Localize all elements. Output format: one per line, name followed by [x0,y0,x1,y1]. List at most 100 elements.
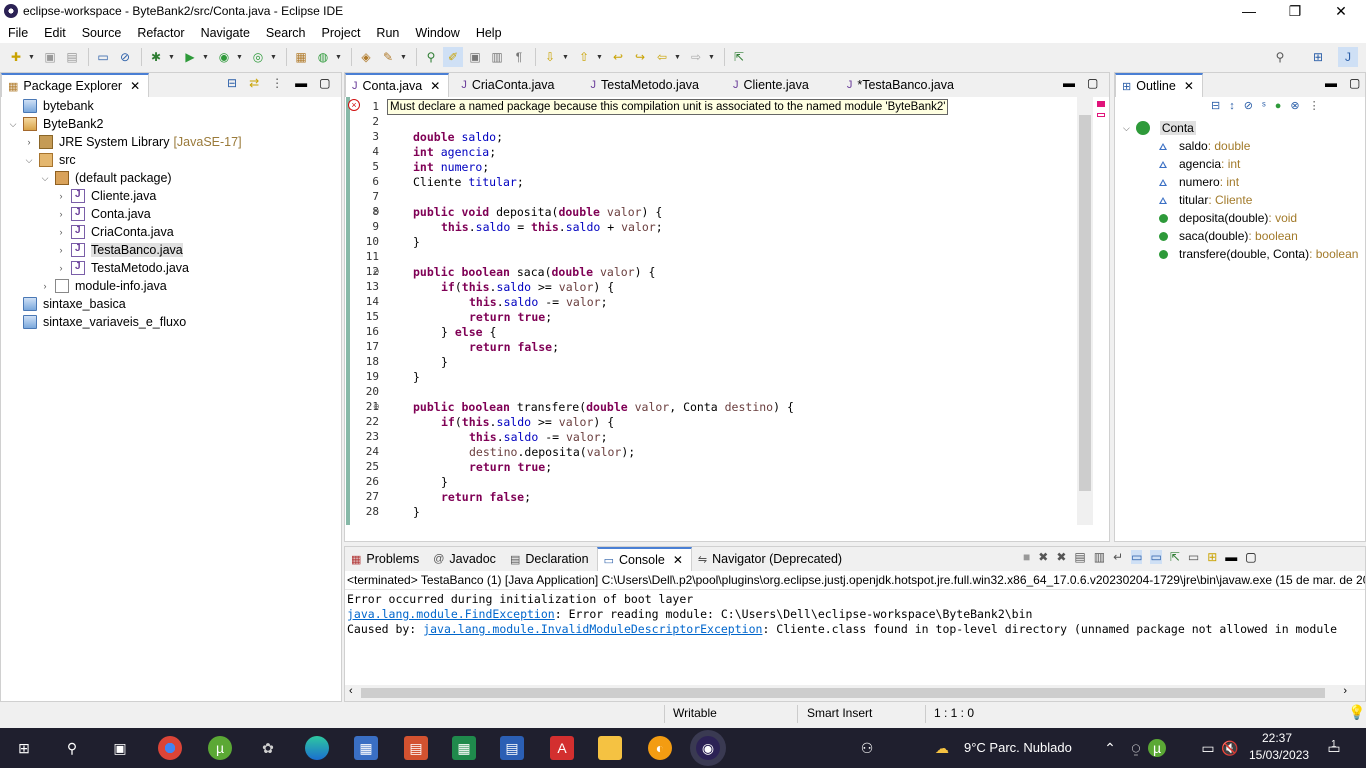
search-tool-icon[interactable]: ✎ [378,47,398,67]
chevron-down-icon[interactable]: ⌵ [1123,123,1130,134]
menu-refactor[interactable]: Refactor [129,26,192,40]
tab-testametodo-java[interactable]: J TestaMetodo.java [563,73,707,97]
menu-edit[interactable]: Edit [36,26,74,40]
chevron-right-icon[interactable]: › [39,281,51,291]
chevron-right-icon[interactable]: › [55,209,67,219]
excel-icon[interactable]: ▦ [452,736,476,760]
chevron-down-icon[interactable]: ⌵ [23,155,35,166]
chevron-down-icon[interactable]: ⌵ [7,119,19,130]
tab-javadoc[interactable]: @ Javadoc [427,547,504,571]
code-editor[interactable]: 1 2 3 4 5 6 7 8 9 10 11 12 13 14 15 16 1… [345,97,1109,541]
coverage-dropdown-icon[interactable]: ▼ [236,54,244,61]
console-output[interactable]: Error occurred during initialization of … [345,590,1365,685]
collapse-all-icon[interactable]: ⊟ [1211,99,1220,112]
outline-member[interactable]: deposita(double) : void [1159,209,1297,227]
terminal-icon[interactable]: ▭ [93,47,113,67]
save-icon[interactable]: ▣ [40,47,60,67]
minimize-button[interactable]: — [1226,0,1272,22]
tab-cliente-java[interactable]: J Cliente.java [707,73,817,97]
maximize-view-icon[interactable]: ▢ [1087,76,1098,90]
skip-breakpoints-icon[interactable]: ⊘ [115,47,135,67]
open-task-icon[interactable]: ⚲ [421,47,441,67]
chevron-up-icon[interactable]: ⌃ [1098,736,1122,760]
toggle-breadcrumb-icon[interactable]: ▣ [465,47,485,67]
save-all-icon[interactable]: ▤ [62,47,82,67]
tree-item-conta-java[interactable]: › Conta.java [55,205,151,223]
tree-item-testametodo-java[interactable]: › TestaMetodo.java [55,259,189,277]
fold-toggle-icon[interactable]: ⊖ [373,402,380,411]
close-icon[interactable]: ✕ [130,79,140,93]
debug-icon[interactable]: ✱ [146,47,166,67]
overview-ruler[interactable] [1093,97,1109,525]
tree-item-sintaxe-basica[interactable]: sintaxe_basica [7,295,126,313]
remove-launch-icon[interactable]: ✖ [1038,550,1048,564]
tab-declaration[interactable]: ▤ Declaration [504,547,597,571]
search-icon[interactable]: ⚲ [60,736,84,760]
java-perspective-icon[interactable]: J [1338,47,1358,67]
chevron-right-icon[interactable]: › [23,137,35,147]
outline-member[interactable]: agencia : int [1159,155,1240,173]
word-icon[interactable]: ▤ [500,736,524,760]
show-on-output-icon[interactable]: ▭ [1131,550,1143,564]
toggle-highlight-icon[interactable]: ✐ [443,47,463,67]
outline-member[interactable]: saca(double) : boolean [1159,227,1298,245]
tab-outline[interactable]: ⊞ Outline ✕ [1115,73,1203,97]
fold-toggle-icon[interactable]: ⊖ [373,207,380,216]
chevron-right-icon[interactable]: › [55,191,67,201]
chevron-down-icon[interactable]: ⌵ [39,173,51,184]
view-menu-icon[interactable]: ⋮ [271,76,283,90]
utorrent-tray-icon[interactable]: µ [1148,739,1166,757]
tab-console[interactable]: ▭ Console ✕ [596,547,692,571]
last-edit-icon[interactable]: ↩ [608,47,628,67]
hide-local-types-icon[interactable]: ⊗ [1290,99,1299,112]
menu-file[interactable]: File [0,26,36,40]
new-class-dropdown-icon[interactable]: ▼ [335,54,343,61]
menu-source[interactable]: Source [74,26,130,40]
pin-console-icon[interactable]: ⇱ [1170,550,1180,564]
tree-item-sintaxe-variaveis[interactable]: sintaxe_variaveis_e_fluxo [7,313,186,331]
chevron-right-icon[interactable]: › [55,245,67,255]
tree-item-testabanco-java[interactable]: › TestaBanco.java [55,241,183,259]
previous-annotation-icon[interactable]: ⇧ [574,47,594,67]
forward-dropdown-icon[interactable]: ▼ [708,54,716,61]
previous-annotation-dropdown-icon[interactable]: ▼ [596,54,604,61]
app-icon[interactable]: ✿ [256,736,280,760]
tab-testabanco-java[interactable]: J *TestaBanco.java [817,73,962,97]
outline-member[interactable]: titular : Cliente [1159,191,1252,209]
volume-icon[interactable]: 🔇 [1218,736,1242,760]
open-console-icon[interactable]: ⊞ [1207,550,1217,564]
new-java-package-icon[interactable]: ▦ [291,47,311,67]
minimize-view-icon[interactable]: ▬ [1063,76,1075,90]
menu-project[interactable]: Project [314,26,369,40]
pin-editor-icon[interactable]: ⇱ [729,47,749,67]
back-icon[interactable]: ⇦ [652,47,672,67]
maximize-view-icon[interactable]: ▢ [319,76,330,90]
fold-toggle-icon[interactable]: ⊖ [373,267,380,276]
close-icon[interactable]: ✕ [673,553,683,567]
terminate-icon[interactable]: ■ [1023,550,1030,564]
search-icon[interactable]: ⚲ [1270,47,1290,67]
close-button[interactable]: ✕ [1318,0,1364,22]
error-overview-marker[interactable] [1097,101,1105,107]
scroll-left-icon[interactable]: ‹ [349,685,353,697]
scrollbar-thumb[interactable] [361,688,1325,698]
battery-icon[interactable]: ▭ [1196,736,1220,760]
collapse-all-icon[interactable]: ⊟ [227,76,237,90]
next-annotation-icon[interactable]: ⇩ [540,47,560,67]
scroll-right-icon[interactable]: › [1343,685,1347,697]
maximize-view-icon[interactable]: ▢ [1349,76,1360,90]
chrome-icon[interactable] [158,736,182,760]
debug-dropdown-icon[interactable]: ▼ [168,54,176,61]
file-explorer-icon[interactable] [598,736,622,760]
link-with-editor-icon[interactable]: ⇄ [249,76,259,90]
powerpoint-icon[interactable]: ▤ [404,736,428,760]
menu-search[interactable]: Search [258,26,314,40]
open-perspective-icon[interactable]: ⊞ [1308,47,1328,67]
utorrent-icon[interactable]: µ [208,736,232,760]
task-view-icon[interactable]: ▣ [108,736,132,760]
coverage-icon[interactable]: ◉ [214,47,234,67]
windows-start-icon[interactable]: ⊞ [12,736,36,760]
external-tools-icon[interactable]: ◎ [248,47,268,67]
hide-fields-icon[interactable]: ⊘ [1244,99,1253,112]
console-horizontal-scrollbar[interactable]: ‹ › [345,685,1365,701]
